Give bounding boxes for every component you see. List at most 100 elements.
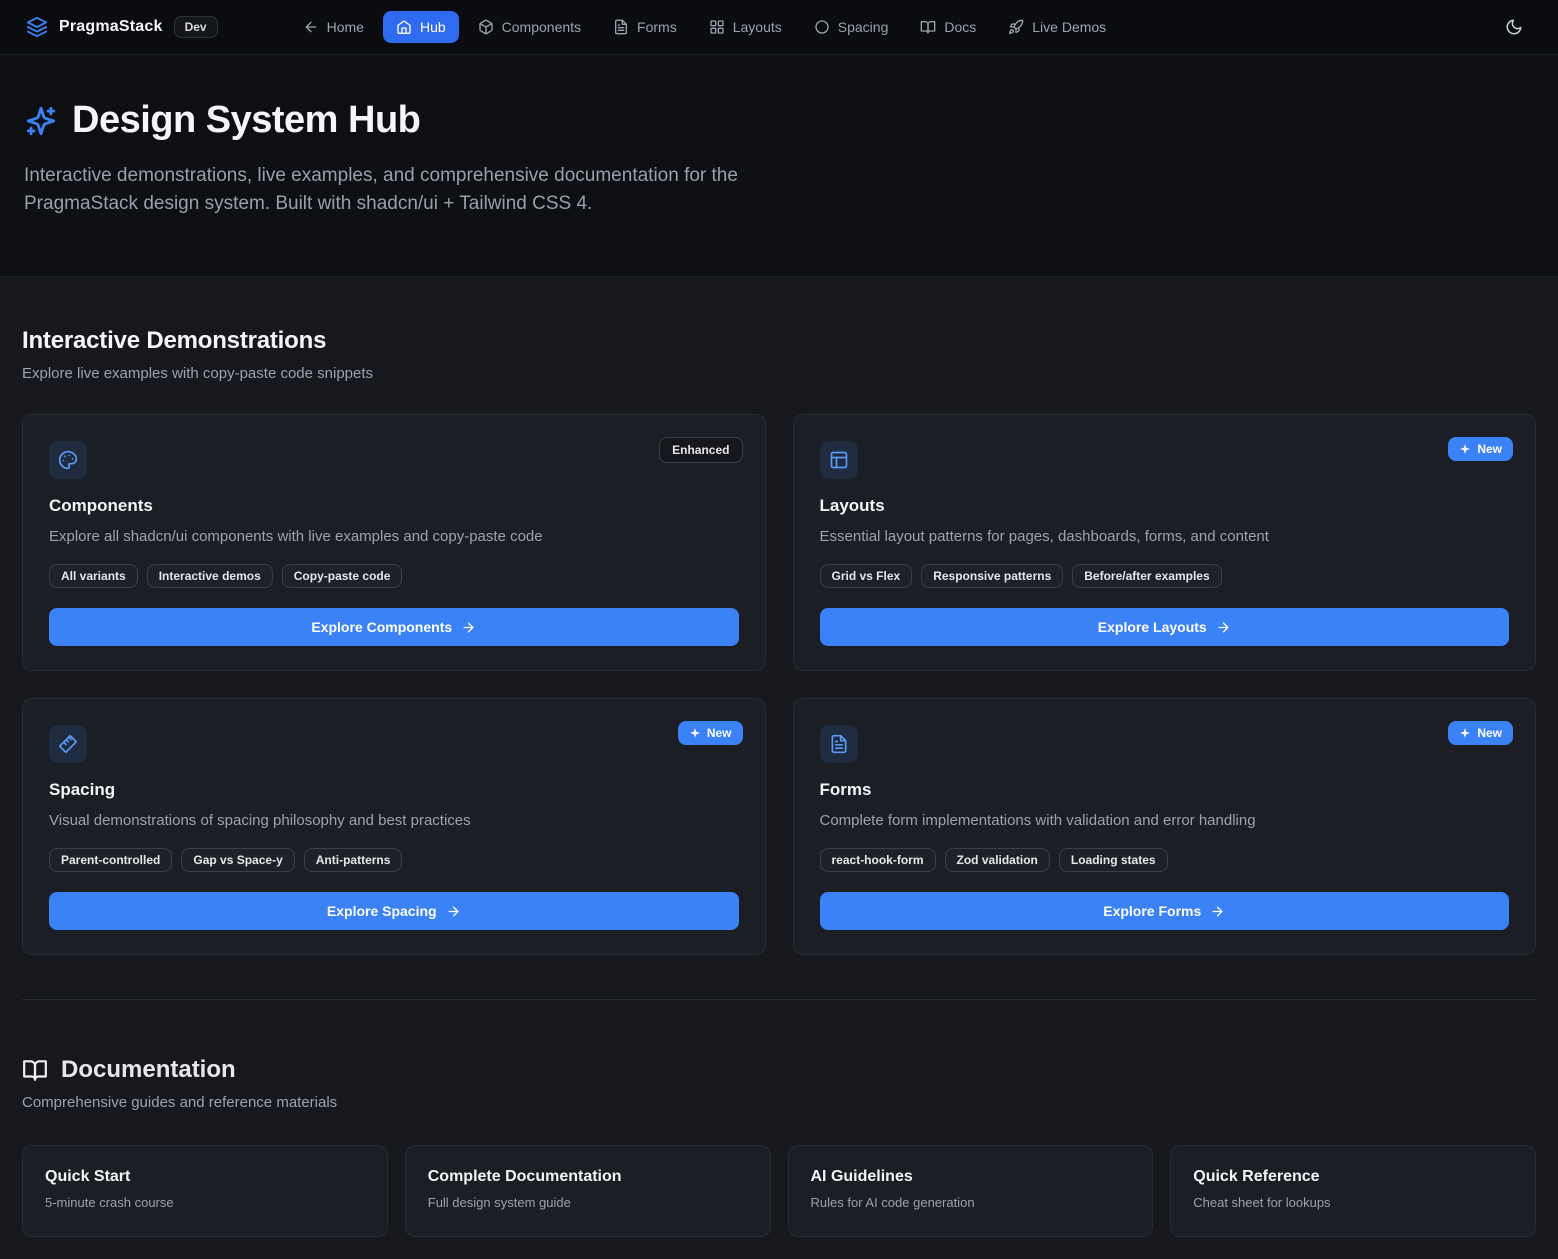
doc-card-description: Cheat sheet for lookups [1193, 1195, 1513, 1210]
env-badge: Dev [174, 16, 218, 38]
moon-icon [1505, 18, 1523, 36]
circle-icon [814, 19, 830, 35]
tag: Grid vs Flex [820, 564, 913, 588]
demo-card-grid: Enhanced Components Explore all shadcn/u… [22, 414, 1536, 955]
palette-icon [58, 450, 78, 470]
new-badge: New [678, 721, 743, 745]
book-open-icon [22, 1057, 48, 1083]
doc-card-title: AI Guidelines [811, 1168, 1131, 1186]
new-badge: New [1448, 437, 1513, 461]
sparkle-icon [1459, 443, 1471, 455]
nav-item-label: Hub [420, 19, 446, 35]
hero: Design System Hub Interactive demonstrat… [0, 55, 1558, 277]
nav-item-hub[interactable]: Hub [383, 11, 459, 43]
tag-row: Parent-controlled Gap vs Space-y Anti-pa… [49, 848, 739, 872]
brand[interactable]: PragmaStack Dev [26, 16, 218, 38]
tag: react-hook-form [820, 848, 936, 872]
theme-toggle-button[interactable] [1496, 9, 1532, 45]
nav-item-label: Spacing [838, 19, 889, 35]
layers-logo-icon [26, 16, 48, 38]
book-open-icon [920, 19, 936, 35]
navbar: PragmaStack Dev Home Hub Components Form… [0, 0, 1558, 55]
doc-card-quick-reference[interactable]: Quick Reference Cheat sheet for lookups [1170, 1145, 1536, 1237]
nav-item-label: Live Demos [1032, 19, 1106, 35]
nav-item-layouts[interactable]: Layouts [696, 11, 795, 43]
doc-card-title: Quick Reference [1193, 1168, 1513, 1186]
tag-row: Grid vs Flex Responsive patterns Before/… [820, 564, 1510, 588]
tag: All variants [49, 564, 138, 588]
tag: Before/after examples [1072, 564, 1221, 588]
doc-card-description: Full design system guide [428, 1195, 748, 1210]
sparkles-icon [24, 104, 58, 138]
tag: Copy-paste code [282, 564, 403, 588]
nav-links: Home Hub Components Forms Layouts Spacin… [290, 11, 1120, 43]
doc-card-quick-start[interactable]: Quick Start 5-minute crash course [22, 1145, 388, 1237]
card-description: Essential layout patterns for pages, das… [820, 526, 1510, 547]
card-layouts: New Layouts Essential layout patterns fo… [793, 414, 1537, 671]
page-title: Design System Hub [72, 99, 420, 142]
tag-row: react-hook-form Zod validation Loading s… [820, 848, 1510, 872]
doc-card-description: 5-minute crash course [45, 1195, 365, 1210]
card-title: Spacing [49, 780, 739, 800]
sparkle-icon [1459, 727, 1471, 739]
layout-grid-icon [709, 19, 725, 35]
nav-item-forms[interactable]: Forms [600, 11, 690, 43]
nav-item-docs[interactable]: Docs [907, 11, 989, 43]
box-icon [478, 19, 494, 35]
section-heading: Interactive Demonstrations [22, 327, 1536, 355]
arrow-right-icon [446, 904, 461, 919]
tag: Gap vs Space-y [181, 848, 294, 872]
card-iconbox [49, 725, 87, 763]
arrow-right-icon [1210, 904, 1225, 919]
badge-label: New [1477, 727, 1502, 739]
nav-item-components[interactable]: Components [465, 11, 594, 43]
page-subtitle: Interactive demonstrations, live example… [24, 162, 784, 218]
card-forms: New Forms Complete form implementations … [793, 698, 1537, 955]
card-description: Visual demonstrations of spacing philoso… [49, 810, 739, 831]
arrow-left-icon [303, 19, 319, 35]
card-iconbox [820, 441, 858, 479]
nav-item-label: Home [327, 19, 364, 35]
explore-forms-button[interactable]: Explore Forms [820, 892, 1510, 930]
doc-card-complete-documentation[interactable]: Complete Documentation Full design syste… [405, 1145, 771, 1237]
ruler-icon [58, 734, 78, 754]
tag: Responsive patterns [921, 564, 1063, 588]
card-components: Enhanced Components Explore all shadcn/u… [22, 414, 766, 671]
sparkle-icon [689, 727, 701, 739]
card-iconbox [49, 441, 87, 479]
card-description: Complete form implementations with valid… [820, 810, 1510, 831]
card-title: Forms [820, 780, 1510, 800]
doc-card-description: Rules for AI code generation [811, 1195, 1131, 1210]
arrow-right-icon [461, 620, 476, 635]
tag: Parent-controlled [49, 848, 172, 872]
tag: Zod validation [945, 848, 1050, 872]
brand-name: PragmaStack [59, 18, 163, 36]
explore-layouts-button[interactable]: Explore Layouts [820, 608, 1510, 646]
explore-components-button[interactable]: Explore Components [49, 608, 739, 646]
arrow-right-icon [1216, 620, 1231, 635]
doc-card-title: Quick Start [45, 1168, 365, 1186]
nav-item-label: Forms [637, 19, 677, 35]
badge-label: New [1477, 443, 1502, 455]
file-text-icon [829, 734, 849, 754]
doc-card-ai-guidelines[interactable]: AI Guidelines Rules for AI code generati… [788, 1145, 1154, 1237]
nav-item-label: Components [502, 19, 581, 35]
nav-item-live-demos[interactable]: Live Demos [995, 11, 1119, 43]
nav-item-home[interactable]: Home [290, 11, 377, 43]
interactive-demonstrations-section: Interactive Demonstrations Explore live … [22, 277, 1536, 955]
badge-label: New [707, 727, 732, 739]
nav-item-label: Layouts [733, 19, 782, 35]
explore-spacing-button[interactable]: Explore Spacing [49, 892, 739, 930]
card-spacing: New Spacing Visual demonstrations of spa… [22, 698, 766, 955]
cta-label: Explore Layouts [1098, 619, 1207, 635]
section-heading: Documentation [61, 1056, 236, 1084]
cta-label: Explore Components [311, 619, 452, 635]
nav-item-label: Docs [944, 19, 976, 35]
new-badge: New [1448, 721, 1513, 745]
enhanced-badge: Enhanced [659, 437, 742, 463]
tag: Anti-patterns [304, 848, 403, 872]
section-subheading: Comprehensive guides and reference mater… [22, 1094, 1536, 1111]
tag: Loading states [1059, 848, 1168, 872]
documentation-section: Documentation Comprehensive guides and r… [22, 1000, 1536, 1237]
nav-item-spacing[interactable]: Spacing [801, 11, 902, 43]
